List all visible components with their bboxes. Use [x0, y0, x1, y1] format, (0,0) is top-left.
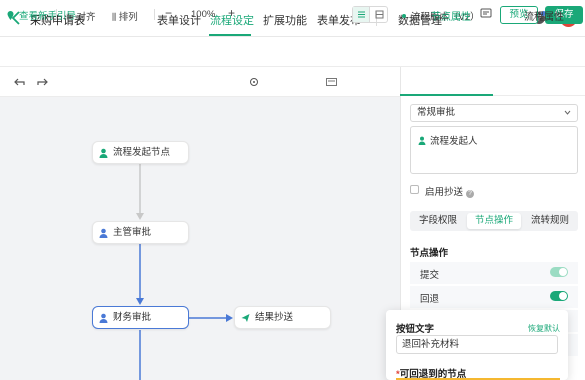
cc-label-text: 启用抄送	[425, 187, 464, 198]
button-text-title: 按钮文字	[396, 324, 435, 335]
assignee-label: 流程发起人	[430, 136, 478, 147]
redo-icon[interactable]	[36, 76, 48, 88]
undo-icon[interactable]	[14, 76, 26, 88]
node-label: 流程发起节点	[113, 147, 171, 158]
question-icon[interactable]: ?	[466, 190, 475, 198]
send-icon	[241, 314, 250, 322]
op-label: 提交	[420, 270, 440, 281]
chevron-down-icon	[564, 110, 571, 115]
enable-cc-checkbox[interactable]	[410, 185, 419, 194]
submit-toggle[interactable]	[550, 267, 568, 277]
segment-node-operations[interactable]: 节点操作	[467, 213, 521, 229]
arrange-label: 排列	[118, 12, 138, 23]
tab-node-properties[interactable]: 节点属性	[431, 8, 471, 23]
reset-default-link[interactable]: 恢复默认	[528, 323, 560, 334]
assignee-field[interactable]: 流程发起人	[410, 126, 578, 174]
fit-view-icon[interactable]	[249, 77, 259, 87]
flow-node-result-cc[interactable]: 结果抄送	[234, 306, 331, 329]
flow-node-start[interactable]: 流程发起节点	[92, 141, 189, 164]
grid-view-icon[interactable]	[371, 7, 388, 22]
segment-field-permissions[interactable]: 字段权限	[411, 211, 465, 231]
active-tab-indicator	[209, 34, 251, 36]
user-icon	[99, 148, 108, 158]
toggle-knob	[559, 268, 567, 276]
settings-segmented-control: 字段权限 节点操作 流转规则	[410, 211, 578, 231]
comment-icon[interactable]	[480, 8, 492, 20]
minimap-icon[interactable]	[326, 77, 337, 87]
version-status-dot	[402, 14, 406, 18]
enable-cc-label: 启用抄送?	[425, 184, 475, 198]
flow-node-supervisor-approval[interactable]: 主管审批	[92, 221, 189, 244]
toolbar-divider	[56, 9, 57, 20]
node-label: 主管审批	[113, 227, 152, 238]
flow-canvas[interactable]	[0, 67, 400, 380]
list-view-icon[interactable]	[353, 7, 370, 22]
button-text-input[interactable]: 退回补充材料	[396, 335, 558, 354]
op-row-submit: 提交	[410, 262, 578, 284]
align-icon: ⊫	[66, 12, 74, 22]
arrange-icon: ⫼	[112, 12, 117, 22]
zoom-in-icon[interactable]: +	[228, 6, 235, 20]
arrange-button[interactable]: ⫼ 排列	[112, 9, 138, 23]
tab-flow-properties[interactable]: 流程属性	[524, 8, 564, 23]
align-button[interactable]: ⊫ 对齐	[66, 9, 96, 23]
location-pin-icon	[7, 11, 14, 20]
segment-transfer-rules[interactable]: 流转规则	[523, 211, 577, 231]
align-label: 对齐	[76, 12, 96, 23]
toggle-knob	[559, 292, 567, 300]
panel-tab-indicator	[400, 94, 493, 96]
zoom-level: 100%	[191, 9, 216, 20]
op-row-return: 回退	[410, 286, 578, 308]
approval-type-select[interactable]: 常规审批	[410, 104, 578, 122]
sub-bar	[0, 37, 585, 67]
view-toggle[interactable]	[352, 6, 388, 23]
user-icon	[99, 313, 108, 323]
node-operations-title: 节点操作	[410, 248, 449, 259]
return-toggle[interactable]	[550, 291, 568, 301]
canvas-toolbar	[0, 67, 400, 97]
user-icon	[99, 228, 108, 238]
approval-type-value: 常规审批	[417, 107, 456, 118]
zoom-out-icon[interactable]: −	[165, 6, 172, 20]
flow-node-finance-approval[interactable]: 财务审批	[92, 306, 189, 329]
assignee-chip[interactable]: 流程发起人	[418, 133, 478, 147]
node-label: 财务审批	[113, 312, 152, 323]
toolbar-divider	[154, 9, 155, 20]
node-label: 结果抄送	[255, 312, 294, 323]
tab-extensions[interactable]: 扩展功能	[263, 12, 307, 28]
op-label: 回退	[420, 294, 440, 305]
user-icon	[418, 136, 426, 145]
